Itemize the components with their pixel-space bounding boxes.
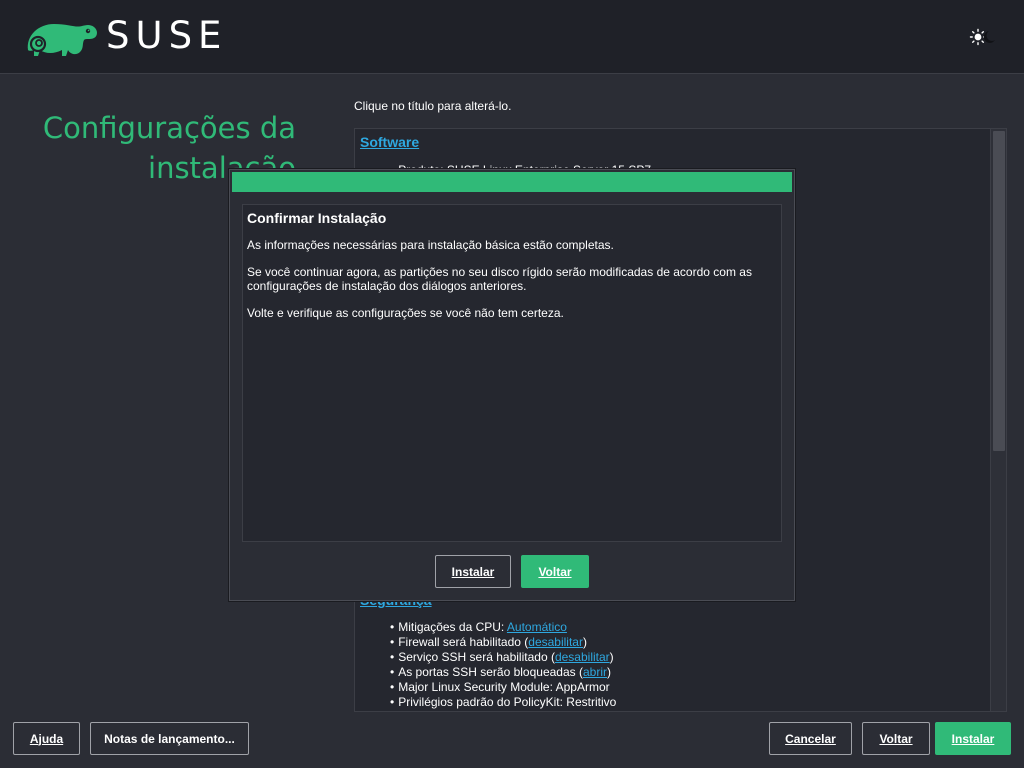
- chameleon-logo-icon: [27, 24, 98, 56]
- list-item: Major Linux Security Module: AppArmor: [390, 680, 616, 695]
- item-text: Major Linux Security Module: AppArmor: [398, 680, 610, 694]
- release-notes-label: Notas de lançamento...: [104, 731, 235, 746]
- install-button[interactable]: Instalar: [935, 722, 1011, 755]
- ssh-disable-link[interactable]: desabilitar: [555, 650, 610, 664]
- brand-name: SUSE: [106, 14, 228, 57]
- cancel-button[interactable]: Cancelar: [769, 722, 852, 755]
- dialog-back-label: Voltar: [538, 564, 572, 579]
- back-label: Voltar: [879, 731, 913, 746]
- list-item: As portas SSH serão bloqueadas (abrir): [390, 665, 616, 680]
- help-button[interactable]: Ajuda: [13, 722, 80, 755]
- cpu-mitigations-link[interactable]: Automático: [507, 620, 567, 634]
- confirm-installation-dialog: Confirmar Instalação As informações nece…: [229, 169, 795, 601]
- item-text: Serviço SSH será habilitado (: [398, 650, 555, 664]
- dialog-titlebar: [232, 172, 792, 192]
- dialog-paragraph: As informações necessárias para instalaç…: [247, 238, 614, 252]
- summary-scrollbar[interactable]: [990, 129, 1006, 711]
- list-item: Firewall será habilitado (desabilitar): [390, 635, 616, 650]
- list-item: Mitigações da CPU: Automático: [390, 620, 616, 635]
- list-item: Serviço SSH será habilitado (desabilitar…: [390, 650, 616, 665]
- item-text: Firewall será habilitado (: [398, 635, 529, 649]
- page-title-line1: Configurações da: [42, 111, 296, 145]
- dialog-back-button[interactable]: Voltar: [521, 555, 589, 588]
- software-section-link[interactable]: Software: [360, 134, 419, 150]
- dialog-paragraph: Se você continuar agora, as partições no…: [247, 265, 752, 293]
- dialog-install-button[interactable]: Instalar: [435, 555, 511, 588]
- security-items-list: Mitigações da CPU: Automático Firewall s…: [390, 620, 616, 710]
- dialog-install-label: Instalar: [451, 564, 495, 579]
- scrollbar-thumb[interactable]: [993, 131, 1005, 451]
- item-text-suffix: ): [582, 635, 587, 649]
- item-text-suffix: ): [607, 665, 611, 679]
- install-label: Instalar: [951, 731, 995, 746]
- dialog-paragraph: Volte e verifique as configurações se vo…: [247, 306, 564, 320]
- release-notes-button[interactable]: Notas de lançamento...: [90, 722, 249, 755]
- item-text: Privilégios padrão do PolicyKit: Restrit…: [398, 695, 617, 709]
- item-text: As portas SSH serão bloqueadas (: [398, 665, 583, 679]
- firewall-disable-link[interactable]: desabilitar: [528, 635, 583, 649]
- dialog-heading: Confirmar Instalação: [247, 210, 387, 226]
- item-text: Mitigações da CPU:: [398, 620, 507, 634]
- dialog-body: Confirmar Instalação As informações nece…: [242, 204, 782, 542]
- help-label: Ajuda: [29, 731, 64, 746]
- theme-toggle-icon[interactable]: [968, 27, 998, 47]
- ssh-ports-open-link[interactable]: abrir: [583, 665, 607, 679]
- back-button[interactable]: Voltar: [862, 722, 930, 755]
- item-text-suffix: ): [609, 650, 614, 664]
- list-item: Privilégios padrão do PolicyKit: Restrit…: [390, 695, 616, 710]
- hint-text: Clique no título para alterá-lo.: [354, 99, 512, 113]
- cancel-label: Cancelar: [785, 731, 836, 746]
- header-bar: SUSE: [0, 0, 1024, 74]
